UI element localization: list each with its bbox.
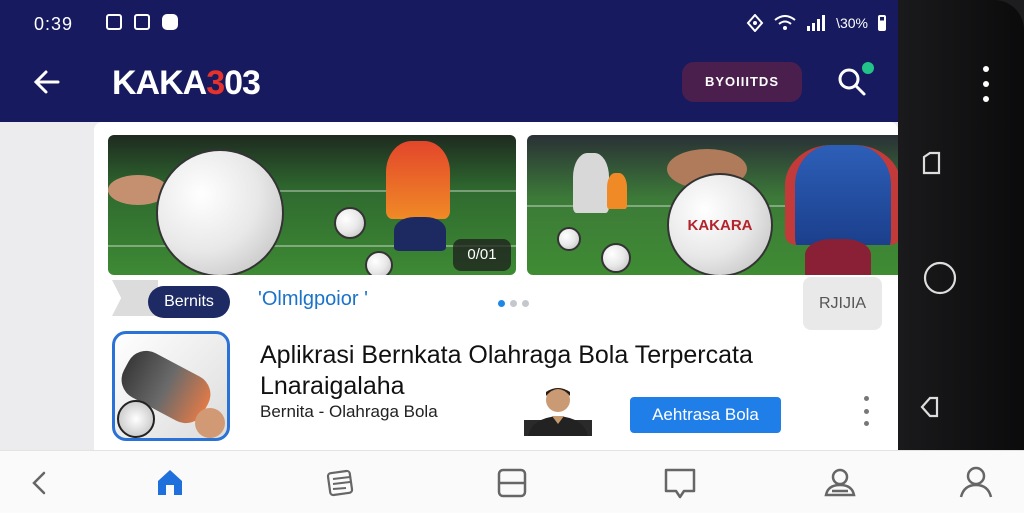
logo-main: KAKA [112,64,207,102]
player-figure [607,173,627,209]
phone-frame: 0:39 \30% KAKA303 BYOIIITDS 0/01 KAKARA … [0,0,1024,513]
carousel-dot[interactable] [522,300,529,307]
profile-icon[interactable] [956,463,996,503]
chat-icon[interactable] [660,463,700,503]
branded-ball-image: KAKARA [667,173,773,275]
notification-icon [162,14,178,30]
carousel-dot[interactable] [498,300,505,307]
image-counter: 0/01 [453,239,511,271]
app-icon[interactable] [112,331,230,441]
location-icon [746,14,764,32]
player-shirt [386,141,450,219]
overflow-menu-button[interactable] [978,66,994,102]
carousel-dot[interactable] [510,300,517,307]
player-figure [573,153,609,213]
ball-brand-text: KAKARA [687,216,753,234]
home-hardware-icon[interactable] [922,260,958,296]
app-screen: 0:39 \30% KAKA303 BYOIIITDS 0/01 KAKARA … [0,0,898,450]
player-shorts [394,217,446,251]
secondary-button[interactable]: RJIJIA [803,277,882,330]
photo-icon [134,14,150,30]
tab-icon[interactable] [492,463,532,503]
football-image [156,149,284,275]
battery-percent: \30% [836,15,868,31]
ball-image [117,400,155,438]
app-subtitle: Lnaraigalaha [260,372,405,400]
back-icon[interactable] [20,463,60,503]
app-logo: KAKA303 [112,64,261,103]
recents-icon[interactable] [916,148,946,178]
app-category: Bernita - Olahraga Bola [260,402,438,421]
category-label[interactable]: 'Olmlgpoior ' [258,288,368,311]
small-ball-image [557,227,581,251]
player-jersey [785,145,898,245]
wifi-icon [774,15,796,30]
small-ball-image [601,243,631,273]
image-icon [106,14,122,30]
app-bar: KAKA303 BYOIIITDS [0,44,898,122]
logo-tail: 03 [224,64,261,102]
logo-accent: 3 [206,64,225,102]
more-options-button[interactable] [856,396,876,426]
community-icon[interactable] [820,463,860,503]
signal-icon [807,15,826,31]
status-bar: 0:39 \30% [0,0,898,44]
header-action-button[interactable]: BYOIIITDS [682,62,802,102]
app-title: Aplikrasi Bernkata Olahraga Bola Terperc… [260,341,753,369]
bottom-navigation [0,450,1024,513]
battery-icon [878,15,886,31]
banner-image-2[interactable]: KAKARA [527,135,898,275]
small-ball-image [334,207,366,239]
home-icon[interactable] [150,463,190,503]
back-hardware-icon[interactable] [916,392,946,422]
status-notifications [106,14,178,30]
phone-bezel [898,0,1024,450]
tag-pill[interactable]: Bernits [148,286,230,318]
status-indicators: \30% [746,14,886,32]
back-arrow-icon[interactable] [28,62,68,102]
small-ball-image [365,251,393,275]
player-shorts [805,239,871,275]
developer-avatar [524,388,592,436]
install-button[interactable]: Aehtrasa Bola [630,397,781,433]
carousel-indicator[interactable] [498,300,529,307]
status-time: 0:39 [34,14,74,34]
notification-dot [862,62,874,74]
list-icon[interactable] [322,463,362,503]
hand-image [195,408,225,438]
